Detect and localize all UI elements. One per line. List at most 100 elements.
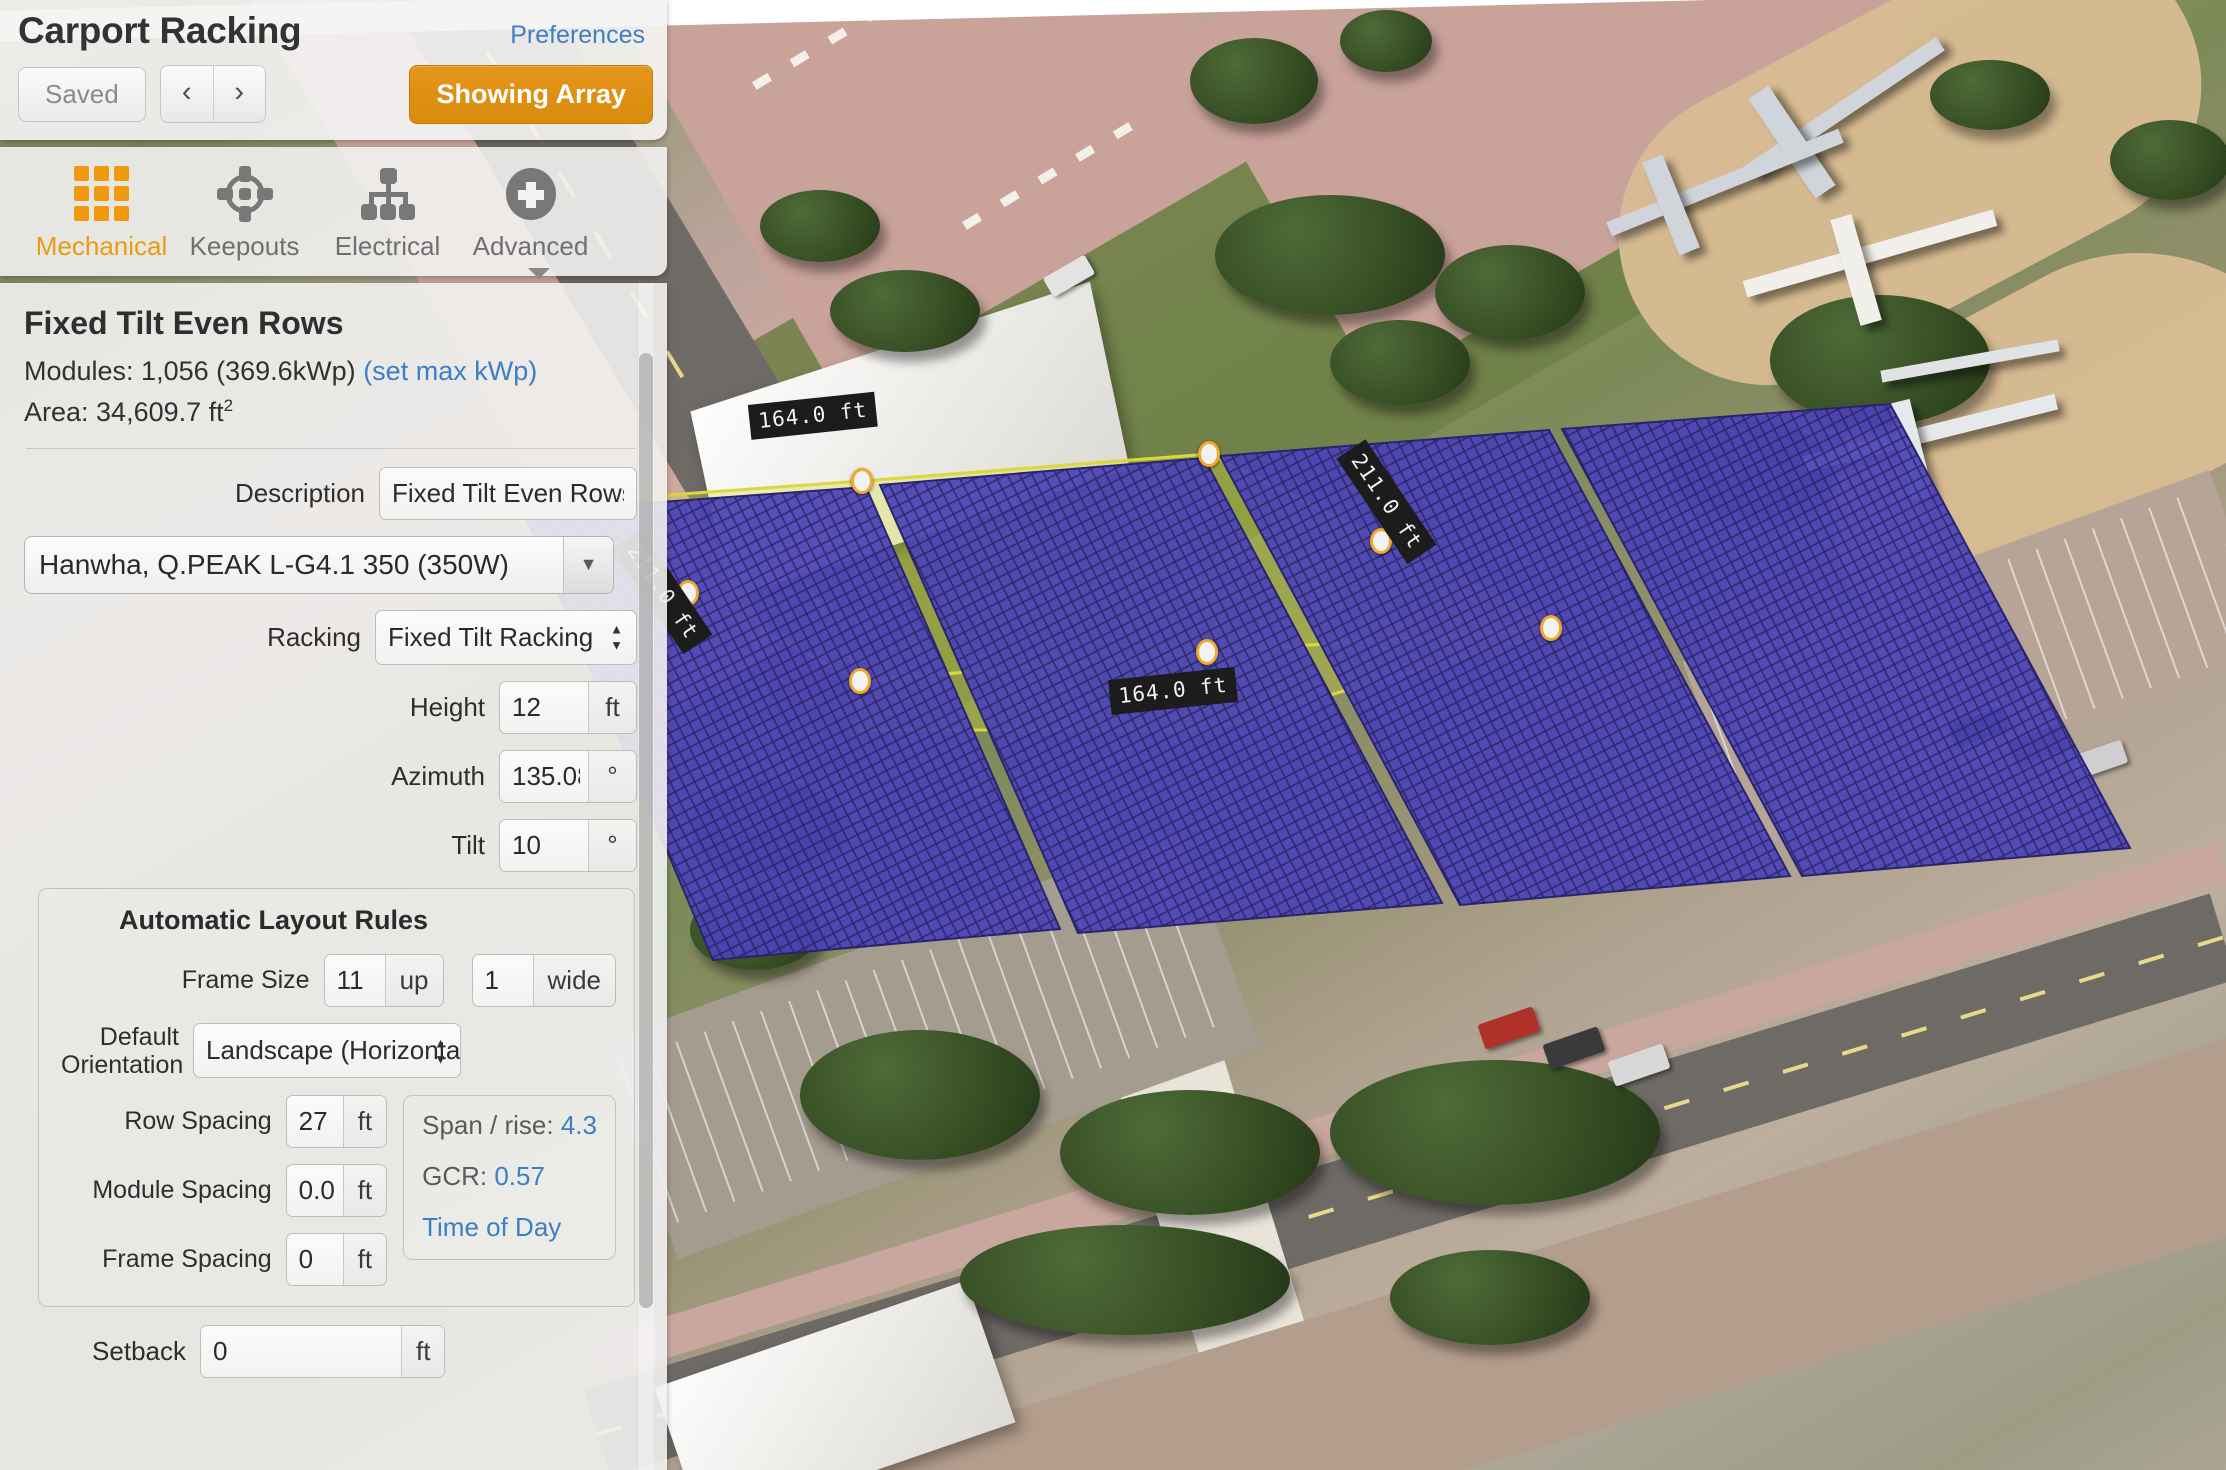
tilt-label: Tilt [451, 829, 485, 860]
grid-icon [30, 163, 173, 225]
tab-electrical[interactable]: Electrical [316, 163, 459, 266]
frame-up-unit: up [384, 954, 443, 1006]
tree [690, 780, 840, 872]
next-button[interactable]: › [212, 66, 265, 123]
preferences-link[interactable]: Preferences [510, 12, 653, 50]
height-unit: ft [588, 681, 636, 733]
tree [1215, 195, 1445, 315]
panel-header-card: Carport Racking Preferences Saved ‹ › Sh… [0, 0, 667, 140]
orientation-select[interactable]: Landscape (Horizontal) ▲ ▼ [193, 1023, 461, 1079]
showing-array-button[interactable]: Showing Array [409, 64, 653, 124]
spinner-arrows-icon[interactable]: ▲ ▼ [610, 623, 623, 652]
tree [1340, 10, 1432, 72]
azimuth-label: Azimuth [391, 760, 485, 791]
tree [1390, 1250, 1590, 1345]
racking-label: Racking [267, 621, 361, 652]
tree [1190, 38, 1318, 124]
field-row-frame-spacing: Frame Spacing ft [53, 1232, 388, 1286]
page-title: Carport Racking [18, 10, 302, 51]
frame-wide-input[interactable] [472, 954, 533, 1006]
height-input[interactable] [500, 681, 588, 733]
area-summary: Area: 34,609.7 ft2 [24, 396, 637, 428]
set-max-kwp-link[interactable]: (set max kWp) [363, 356, 537, 386]
field-row-module-spacing: Module Spacing ft [53, 1163, 388, 1217]
setback-input[interactable] [201, 1325, 401, 1377]
tree [690, 890, 820, 970]
gcr-value: 0.57 [494, 1160, 545, 1191]
tree [1330, 1060, 1660, 1205]
chevron-down-icon[interactable] [528, 267, 550, 279]
tree [800, 1030, 1040, 1160]
frame-wide-group: wide [471, 953, 616, 1007]
hierarchy-tree-icon [316, 163, 459, 225]
field-row-height: Height ft [24, 680, 637, 734]
module-select-value[interactable]: Hanwha, Q.PEAK L-G4.1 350 (350W) [24, 535, 614, 594]
tree [1435, 245, 1585, 340]
field-row-racking: Racking Fixed Tilt Racking ▲ ▼ [24, 609, 637, 665]
tab-electrical-label: Electrical [334, 230, 441, 261]
array-vertex-handle[interactable] [1198, 441, 1220, 467]
orientation-select-value: Landscape (Horizontal) [206, 1035, 461, 1066]
modules-count-text: Modules: 1,056 (369.6kWp) [24, 355, 364, 386]
automatic-layout-rules-group: Automatic Layout Rules Frame Size up wid… [38, 887, 635, 1307]
array-vertex-handle[interactable] [1540, 615, 1562, 641]
tree [1930, 60, 2050, 130]
row-spacing-unit: ft [342, 1095, 387, 1147]
saved-button[interactable]: Saved [18, 66, 146, 122]
frame-up-input[interactable] [324, 954, 385, 1006]
panel-scrollbar-track[interactable] [637, 282, 654, 1470]
racking-select[interactable]: Fixed Tilt Racking ▲ ▼ [375, 609, 637, 665]
array-vertex-handle[interactable] [849, 668, 871, 694]
tree [760, 190, 880, 262]
spinner-arrows-icon[interactable]: ▲ ▼ [434, 1036, 447, 1065]
tree [1060, 1090, 1320, 1215]
app-window: 164.0 ft 211.0 ft 211.0 ft 164.0 ft Carp… [0, 0, 2226, 1470]
panel-body-card: Fixed Tilt Even Rows Modules: 1,056 (369… [0, 282, 667, 1470]
span-rise-metric: Span / rise: 4.3 [422, 1110, 597, 1141]
field-row-frame-size: Frame Size up wide [53, 953, 616, 1007]
undo-redo-group: ‹ › [159, 65, 266, 124]
field-row-module: Hanwha, Q.PEAK L-G4.1 350 (350W) ▼ [24, 535, 637, 594]
tree [830, 270, 980, 352]
left-control-panel: Carport Racking Preferences Saved ‹ › Sh… [0, 0, 667, 1470]
setback-label: Setback [92, 1335, 186, 1366]
field-row-tilt: Tilt ° [24, 818, 637, 872]
height-label: Height [409, 691, 485, 722]
chevron-down-icon[interactable]: ▼ [563, 536, 613, 593]
array-edge-handle[interactable] [1196, 639, 1218, 665]
orientation-label: Default Orientation [61, 1022, 184, 1079]
tab-mechanical-label: Mechanical [35, 230, 168, 261]
tab-keepouts-label: Keepouts [189, 230, 300, 261]
module-select[interactable]: Hanwha, Q.PEAK L-G4.1 350 (350W) ▼ [24, 535, 614, 594]
module-spacing-unit: ft [342, 1164, 387, 1216]
crosshair-target-icon [173, 163, 316, 225]
azimuth-input[interactable] [500, 750, 588, 802]
tab-advanced[interactable]: Advanced [459, 163, 602, 266]
module-spacing-label: Module Spacing [92, 1176, 272, 1205]
plus-circle-icon [459, 163, 602, 225]
row-spacing-group: ft [285, 1094, 388, 1148]
field-row-description: Description [24, 466, 637, 520]
divider [26, 447, 635, 449]
frame-spacing-label: Frame Spacing [102, 1245, 272, 1274]
description-input[interactable] [379, 466, 637, 520]
panel-scrollbar-thumb[interactable] [639, 352, 653, 1308]
tilt-input[interactable] [500, 819, 588, 871]
previous-button[interactable]: ‹ [161, 66, 213, 122]
azimuth-unit: ° [588, 750, 636, 802]
module-spacing-input[interactable] [286, 1164, 343, 1216]
tab-keepouts[interactable]: Keepouts [173, 163, 316, 266]
frame-spacing-input[interactable] [286, 1233, 343, 1285]
row-spacing-input[interactable] [286, 1095, 343, 1147]
section-title: Fixed Tilt Even Rows [24, 304, 344, 341]
frame-size-label: Frame Size [181, 966, 310, 995]
racking-select-value: Fixed Tilt Racking [388, 621, 594, 652]
tilt-input-group: ° [499, 818, 637, 872]
area-text: Area: 34,609.7 ft [24, 396, 224, 427]
row-spacing-label: Row Spacing [124, 1107, 272, 1136]
tab-mechanical[interactable]: Mechanical [30, 163, 173, 266]
gcr-label: GCR: [422, 1160, 495, 1191]
tilt-unit: ° [588, 819, 636, 871]
time-of-day-link[interactable]: Time of Day [422, 1212, 597, 1243]
array-edge-handle[interactable] [851, 468, 873, 494]
